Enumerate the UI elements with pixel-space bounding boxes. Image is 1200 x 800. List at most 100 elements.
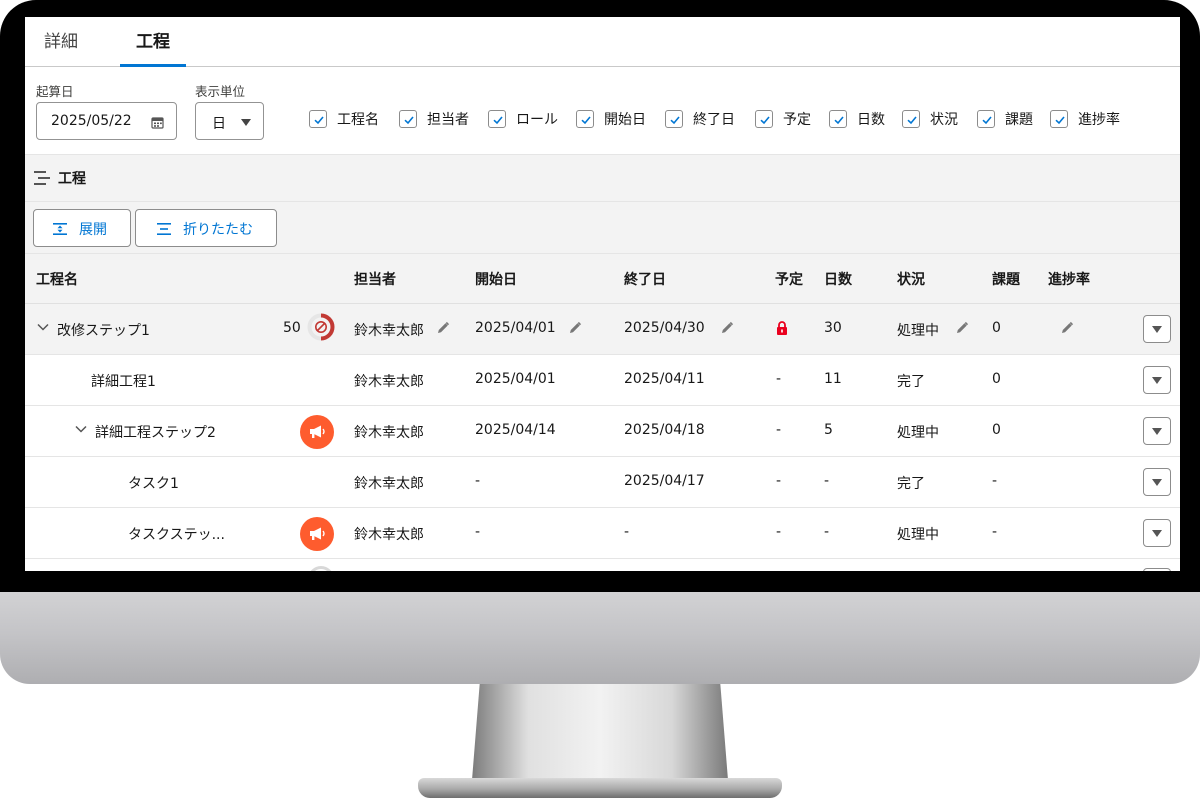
checkbox-check-icon [834,116,844,125]
column-toggle-days[interactable]: 日数 [829,109,885,129]
checkbox[interactable] [902,110,920,128]
table-row[interactable]: タスク1 鈴木幸太郎 - 2025/04/17 - - 完了 - [25,457,1180,508]
column-toggle-end[interactable]: 終了日 [665,109,735,129]
column-toggle-name[interactable]: 工程名 [309,109,379,129]
status: 処理中 [897,527,939,543]
checkbox[interactable] [576,110,594,128]
checkbox-check-icon [907,116,917,125]
tab-process[interactable]: 工程 [120,17,186,67]
checkbox[interactable] [665,110,683,128]
column-toggle-label: 課題 [1005,112,1033,128]
assignee: 鈴木幸太郎 [354,323,424,339]
table-row[interactable]: タスクステッ... 鈴木幸太郎 - - - - 処理中 - [25,508,1180,559]
column-header-assignee[interactable]: 担当者 [354,269,396,289]
app-screen: 詳細 工程 起算日 2025/05/22 表示単位 日 工程名 担当者 ロール … [25,17,1180,571]
process-name[interactable]: タスク1 [128,473,179,493]
display-unit-select[interactable]: 日 [195,102,264,140]
column-toggle-label: 進捗率 [1078,112,1120,128]
column-toggle-label: ロール [516,112,558,128]
table-row[interactable]: 詳細工程1 鈴木幸太郎 2025/04/01 2025/04/11 - 11 完… [25,355,1180,406]
column-toggle-role[interactable]: ロール [488,109,558,129]
pencil-icon[interactable] [436,321,450,335]
column-toggle-assignee[interactable]: 担当者 [399,109,469,129]
end-date: 2025/04/30 [624,320,705,336]
start-date: - [475,524,481,540]
checkbox[interactable] [399,110,417,128]
checkbox[interactable] [488,110,506,128]
table-row[interactable]: 詳細工程ステップ2 鈴木幸太郎 2025/04/14 2025/04/18 - … [25,406,1180,457]
column-header-name[interactable]: 工程名 [36,269,78,289]
tab-details[interactable]: 詳細 [39,17,83,67]
chevron-down-icon[interactable] [37,322,49,332]
pencil-icon[interactable] [955,321,969,335]
start-date: - [475,473,481,489]
status: 処理中 [897,323,939,339]
column-header-status[interactable]: 状況 [897,269,925,289]
row-action-menu-button[interactable] [1143,366,1171,394]
checkbox[interactable] [309,110,327,128]
column-toggle-progress[interactable]: 進捗率 [1050,109,1120,129]
expand-all-button[interactable]: 展開 [33,209,131,247]
expand-all-label: 展開 [79,222,107,238]
row-action-menu-button[interactable] [1143,519,1171,547]
column-header-start[interactable]: 開始日 [475,269,517,289]
column-header-end[interactable]: 終了日 [624,269,666,289]
column-toggle-status[interactable]: 状況 [902,109,958,129]
start-date: 2025/04/01 [475,320,556,336]
days: - [824,473,830,489]
column-toggle-start[interactable]: 開始日 [576,109,646,129]
checkbox-check-icon [493,116,503,125]
table-row[interactable] [25,559,1180,571]
collapse-all-button[interactable]: 折りたたむ [135,209,277,247]
status: 完了 [897,374,925,390]
plan: - [776,422,782,438]
start-date-label: 起算日 [36,84,74,99]
row-action-menu-button[interactable] [1143,315,1171,343]
caret-down-icon [241,119,251,126]
assignee: 鈴木幸太郎 [354,425,424,441]
column-header-days[interactable]: 日数 [824,269,852,289]
row-action-menu-button[interactable] [1143,568,1171,571]
pencil-icon[interactable] [568,321,582,335]
pencil-icon[interactable] [720,321,734,335]
process-name[interactable]: 改修ステップ1 [57,320,150,340]
row-action-menu-button[interactable] [1143,468,1171,496]
calendar-icon[interactable] [151,116,164,129]
column-header-plan[interactable]: 予定 [775,269,803,289]
end-date: 2025/04/17 [624,473,705,489]
days: 30 [824,320,842,336]
assignee: 鈴木幸太郎 [354,527,424,543]
checkbox[interactable] [755,110,773,128]
column-toggle-issues[interactable]: 課題 [977,109,1033,129]
process-name[interactable]: タスクステッ... [128,524,225,544]
column-toggle-plan[interactable]: 予定 [755,109,811,129]
chevron-down-icon[interactable] [75,424,87,434]
table-header: 工程名 担当者 開始日 終了日 予定 日数 状況 課題 進捗率 [25,254,1180,304]
table-row[interactable]: 改修ステップ1 50 鈴木幸太郎 2025/04/01 2025/04/30 3… [25,304,1180,355]
score-value: 50 [283,320,301,336]
process-name[interactable]: 詳細工程1 [91,371,156,391]
checkbox[interactable] [1050,110,1068,128]
start-date-input[interactable]: 2025/05/22 [36,102,177,140]
issues: 0 [992,320,1001,336]
end-date: - [624,524,630,540]
tab-bar: 詳細 工程 [25,17,1180,67]
checkbox-check-icon [670,116,680,125]
monitor-stand-base [418,778,782,798]
display-unit-value: 日 [212,116,226,132]
assignee: 鈴木幸太郎 [354,476,424,492]
column-toggle-label: 状況 [930,112,958,128]
alert-badge [300,415,334,449]
column-header-progress[interactable]: 進捗率 [1048,269,1090,289]
start-date: 2025/04/14 [475,422,556,438]
checkbox[interactable] [977,110,995,128]
start-date: 2025/04/01 [475,371,556,387]
process-name[interactable]: 詳細工程ステップ2 [95,422,216,442]
column-header-issues[interactable]: 課題 [992,269,1020,289]
progress-ring-icon [307,313,335,341]
checkbox[interactable] [829,110,847,128]
column-toggle-label: 開始日 [604,112,646,128]
row-action-menu-button[interactable] [1143,417,1171,445]
checkbox-check-icon [1055,116,1065,125]
pencil-icon[interactable] [1060,321,1074,335]
